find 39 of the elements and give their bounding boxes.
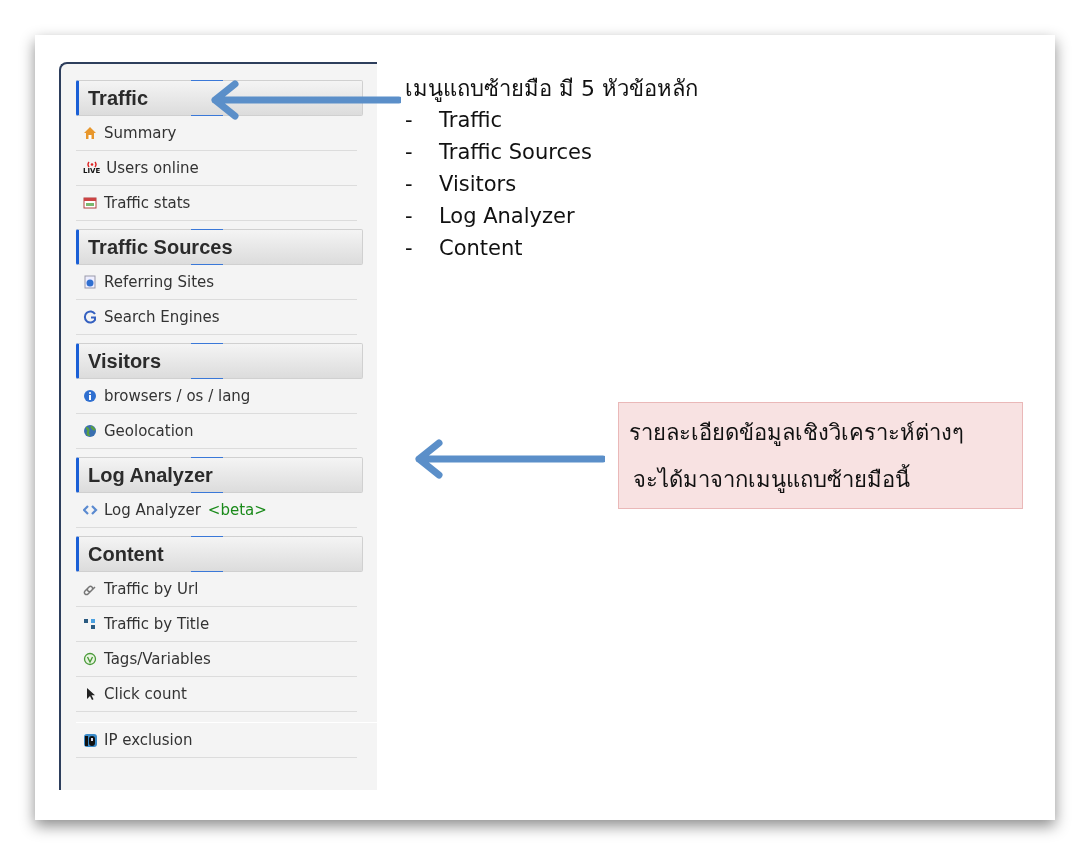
bullet-text: Traffic [439, 107, 503, 134]
menu-item[interactable]: browsers / os / lang [76, 379, 357, 414]
bullet-dash: - [405, 171, 414, 198]
bullet-text: Content [439, 235, 523, 262]
bullet-dash: - [405, 139, 414, 166]
menu-item[interactable]: Geolocation [76, 414, 357, 449]
menu-item[interactable]: Tags/Variables [76, 642, 357, 677]
ip-icon [83, 733, 98, 747]
home-icon [83, 126, 98, 140]
note-title: เมนูแถบซ้ายมือ มี 5 หัวข้อหลัก [405, 75, 699, 104]
bullet-dash: - [405, 107, 414, 134]
menu-item[interactable]: Summary [76, 116, 357, 151]
section-heading[interactable]: Traffic Sources [76, 229, 363, 265]
letter-g-icon [83, 310, 98, 324]
section-heading[interactable]: Visitors [76, 343, 363, 379]
v-circle-icon [83, 652, 98, 666]
bullet-text: Visitors [439, 171, 517, 198]
menu-item[interactable]: Traffic by Url [76, 572, 357, 607]
section-heading[interactable]: Content [76, 536, 363, 572]
grid-icon [83, 617, 98, 631]
menu-item[interactable]: Traffic by Title [76, 607, 357, 642]
bullet-text: Traffic Sources [439, 139, 592, 166]
callout-text: รายละเอียดข้อมูลเชิงวิเคราะห์ต่างๆ [629, 419, 965, 448]
bullet-text: Log Analyzer [439, 203, 575, 230]
bullet-dash: - [405, 235, 414, 262]
menu-item[interactable]: Traffic stats [76, 186, 357, 221]
menu-item[interactable]: Search Engines [76, 300, 357, 335]
section-heading[interactable]: Log Analyzer [76, 457, 363, 493]
bullet-dash: - [405, 203, 414, 230]
menu-item[interactable]: IP exclusion [76, 723, 357, 758]
callout-text: จะได้มาจากเมนูแถบซ้ายมือนี้ [629, 456, 1012, 503]
menu-item[interactable]: Click count [76, 677, 357, 712]
code-icon [83, 503, 98, 517]
link-icon [83, 582, 98, 596]
beta-label: <beta> [207, 501, 267, 519]
menu-item[interactable]: Log Analyzer <beta> [76, 493, 357, 528]
menu-item[interactable]: Referring Sites [76, 265, 357, 300]
calendar-icon [83, 196, 98, 210]
info-icon [83, 389, 98, 403]
